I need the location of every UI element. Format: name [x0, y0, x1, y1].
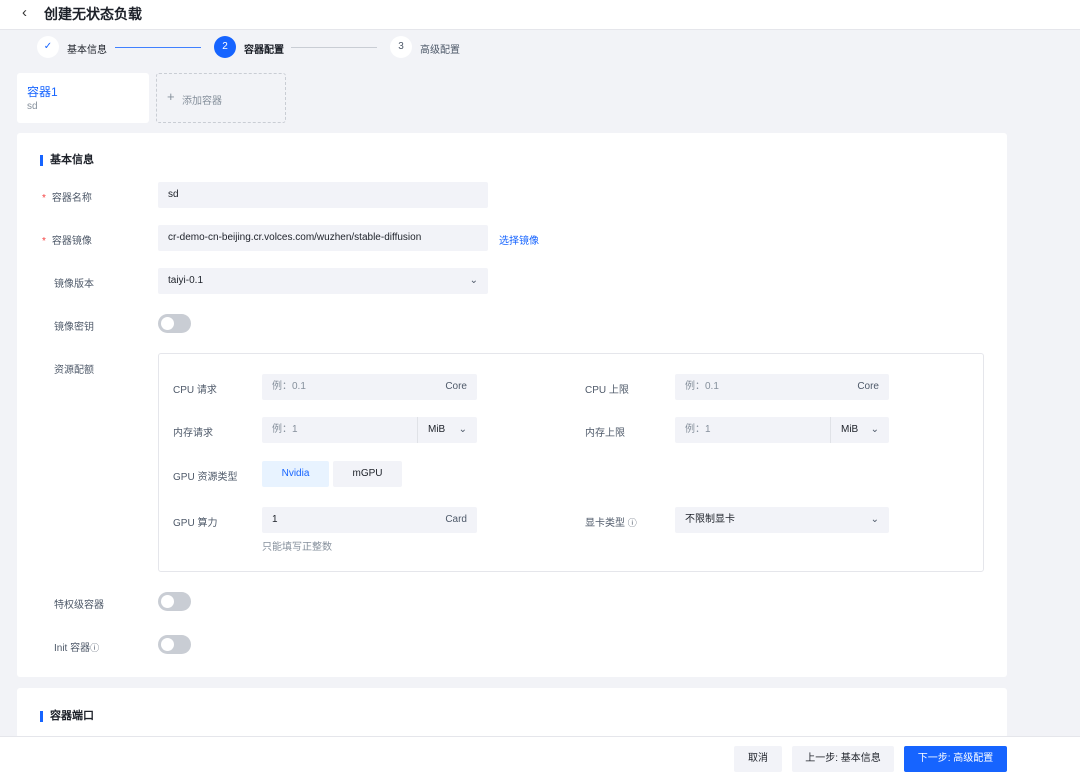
- gpu-hint: 只能填写正整数: [262, 542, 332, 553]
- gpu-type-mgpu[interactable]: mGPU: [333, 461, 402, 487]
- gpu-power-input[interactable]: 1 Card: [262, 507, 477, 533]
- unit: Core: [445, 381, 467, 392]
- step-3-label: 高级配置: [420, 45, 460, 56]
- card-type-text: 显卡类型: [585, 518, 625, 529]
- select-image-link[interactable]: 选择镜像: [499, 232, 539, 247]
- secret-toggle[interactable]: [158, 314, 191, 333]
- secret-label: 镜像密钥: [54, 322, 94, 333]
- placeholder: 例：0.1: [272, 381, 306, 392]
- step-line: [291, 47, 377, 48]
- step-2-label: 容器配置: [244, 45, 284, 56]
- help-icon[interactable]: ⓘ: [628, 518, 637, 528]
- chevron-down-icon: ⌄: [458, 424, 467, 435]
- placeholder: 例：1: [685, 424, 711, 435]
- add-container-button[interactable]: + 添加容器: [156, 73, 286, 123]
- mem-limit-label: 内存上限: [585, 428, 625, 439]
- cpu-limit-label: CPU 上限: [585, 385, 629, 396]
- gpu-type-label: GPU 资源类型: [173, 472, 238, 483]
- name-label: * 容器名称: [42, 193, 92, 204]
- name-label-text: 容器名称: [51, 193, 92, 204]
- unit: MiB: [428, 424, 446, 435]
- chevron-down-icon: ⌄: [870, 424, 879, 435]
- unit: MiB: [841, 424, 859, 435]
- version-value: taiyi-0.1: [168, 275, 204, 286]
- gpu-type-nvidia[interactable]: Nvidia: [262, 461, 329, 487]
- init-label: Init 容器ⓘ: [54, 639, 99, 654]
- ports-section-title: 容器端口: [40, 711, 94, 722]
- back-icon[interactable]: ‹: [22, 4, 27, 21]
- plus-icon: +: [167, 89, 175, 104]
- help-icon[interactable]: ⓘ: [90, 643, 99, 653]
- container-tab-1[interactable]: 容器1 sd: [17, 73, 149, 123]
- placeholder: 例：0.1: [685, 381, 719, 392]
- gpu-power-label: GPU 算力: [173, 518, 218, 529]
- value: 不限制显卡: [685, 514, 735, 525]
- image-label: * 容器镜像: [42, 236, 92, 247]
- chevron-down-icon: ⌄: [469, 275, 478, 286]
- prev-step-button[interactable]: 上一步: 基本信息: [792, 746, 894, 772]
- cpu-request-label: CPU 请求: [173, 385, 217, 396]
- chevron-down-icon: ⌄: [870, 514, 879, 525]
- privileged-toggle[interactable]: [158, 592, 191, 611]
- init-label-text: Init 容器: [54, 643, 91, 654]
- unit: Card: [445, 514, 467, 525]
- container-name-input[interactable]: sd: [158, 182, 488, 208]
- step-1-label: 基本信息: [67, 45, 107, 56]
- step-line: [115, 47, 201, 48]
- init-toggle[interactable]: [158, 635, 191, 654]
- mem-unit-select[interactable]: MiB ⌄: [417, 417, 477, 443]
- cpu-request-input[interactable]: 例：0.1 Core: [262, 374, 477, 400]
- container-tab-title: 容器1: [27, 85, 58, 99]
- add-container-label: 添加容器: [182, 96, 222, 107]
- step-1-check-icon: ✓: [37, 36, 59, 58]
- value: 1: [272, 514, 278, 525]
- cpu-limit-input[interactable]: 例：0.1 Core: [675, 374, 889, 400]
- section-title: 基本信息: [40, 155, 94, 166]
- mem-request-input[interactable]: 例：1 MiB ⌄: [262, 417, 477, 443]
- privileged-label: 特权级容器: [54, 600, 104, 611]
- version-select[interactable]: taiyi-0.1 ⌄: [158, 268, 488, 294]
- step-2-number: 2: [214, 36, 236, 58]
- mem-limit-unit-select[interactable]: MiB ⌄: [830, 417, 889, 443]
- page-title: 创建无状态负载: [44, 6, 142, 22]
- container-tab-sub: sd: [27, 101, 38, 112]
- mem-limit-input[interactable]: 例：1 MiB ⌄: [675, 417, 889, 443]
- image-label-text: 容器镜像: [51, 236, 92, 247]
- card-type-select[interactable]: 不限制显卡 ⌄: [675, 507, 889, 533]
- mem-request-label: 内存请求: [173, 428, 213, 439]
- placeholder: 例：1: [272, 424, 298, 435]
- version-label: 镜像版本: [54, 279, 94, 290]
- unit: Core: [857, 381, 879, 392]
- header: [0, 0, 1080, 30]
- next-step-button[interactable]: 下一步: 高级配置: [904, 746, 1007, 772]
- cancel-button[interactable]: 取消: [734, 746, 782, 772]
- ports-card: [17, 688, 1007, 738]
- step-3-number: 3: [390, 36, 412, 58]
- image-input[interactable]: cr-demo-cn-beijing.cr.volces.com/wuzhen/…: [158, 225, 488, 251]
- card-type-label: 显卡类型 ⓘ: [585, 514, 637, 529]
- resource-label: 资源配额: [54, 365, 94, 376]
